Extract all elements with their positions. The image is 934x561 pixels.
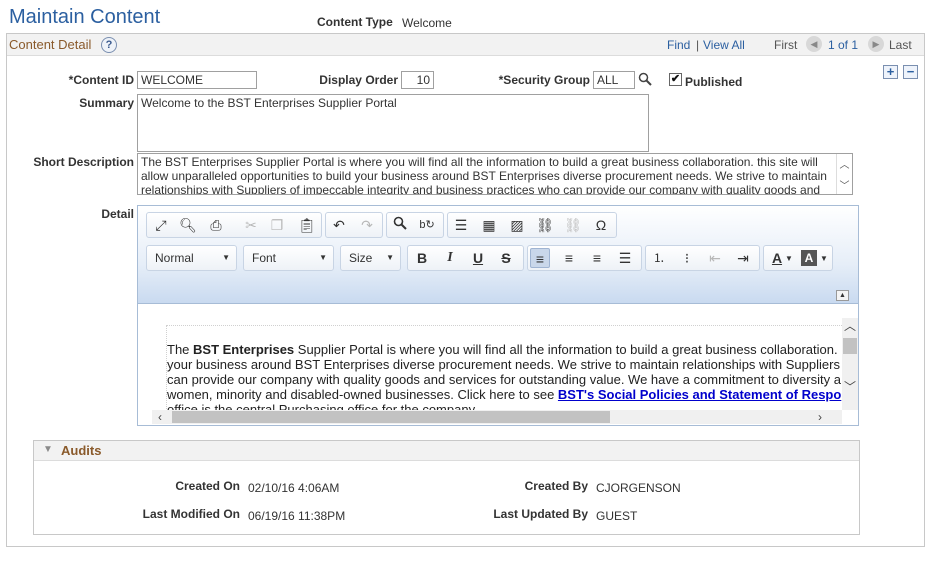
scroll-left-icon[interactable]: ‹: [153, 410, 167, 424]
undo-icon[interactable]: ↶: [329, 215, 349, 235]
strikethrough-button[interactable]: S: [496, 248, 516, 268]
detail-label: Detail: [101, 207, 134, 221]
chevron-down-icon: ▼: [785, 254, 793, 263]
underline-button[interactable]: U: [468, 248, 488, 268]
bg-color-icon[interactable]: A: [801, 250, 817, 266]
unlink-icon[interactable]: ⛓: [563, 215, 583, 235]
content-id-label: *Content ID: [68, 73, 134, 87]
font-select[interactable]: Font ▼: [243, 245, 334, 271]
find-link[interactable]: Find: [667, 38, 690, 52]
replace-icon[interactable]: b↻: [417, 215, 437, 235]
horizontal-scroll-thumb[interactable]: [172, 411, 610, 423]
short-description-textarea[interactable]: The BST Enterprises Supplier Portal is w…: [137, 153, 853, 195]
content-line: can provide our company with quality goo…: [167, 372, 841, 387]
page-title: Maintain Content: [9, 6, 161, 28]
scroll-down-icon[interactable]: ﹀: [837, 177, 852, 192]
link-icon[interactable]: ⛓: [535, 215, 555, 235]
social-policies-link[interactable]: BST's Social Policies and Statement of R…: [558, 387, 841, 402]
summary-label: Summary: [79, 96, 134, 110]
collapse-triangle-icon[interactable]: ▼: [43, 444, 53, 455]
published-label: Published: [685, 75, 743, 89]
last-label: Last: [889, 38, 912, 52]
text-color-icon[interactable]: A: [767, 248, 787, 268]
content-line: The BST Enterprises Supplier Portal is w…: [167, 342, 838, 357]
indent-icon[interactable]: ⇥: [733, 248, 753, 268]
copy-icon[interactable]: ❐: [267, 215, 287, 235]
table-icon[interactable]: ▦: [479, 215, 499, 235]
content-type-label: Content Type: [317, 15, 393, 29]
find-icon[interactable]: [390, 215, 410, 235]
published-checkbox[interactable]: ✔: [669, 73, 682, 86]
scroll-down-icon[interactable]: ﹀: [843, 380, 857, 394]
outdent-icon[interactable]: ⇤: [705, 248, 725, 268]
collapse-toolbar-icon[interactable]: ▲: [836, 290, 849, 301]
numbered-list-icon[interactable]: ⒈: [649, 248, 669, 268]
format-select[interactable]: Normal ▼: [146, 245, 237, 271]
print-icon[interactable]: ⎙: [206, 215, 226, 235]
last-updated-by-label: Last Updated By: [493, 507, 588, 521]
short-description-scrollbar[interactable]: ︿ ﹀: [836, 154, 852, 194]
last-modified-on-label: Last Modified On: [142, 507, 240, 521]
horizontal-line-icon[interactable]: ☰: [451, 215, 471, 235]
size-select[interactable]: Size ▼: [340, 245, 401, 271]
first-label: First: [774, 38, 798, 52]
security-group-label: *Security Group: [498, 73, 590, 87]
view-all-link[interactable]: View All: [703, 38, 745, 52]
security-group-input[interactable]: ALL: [593, 71, 635, 89]
lookup-icon[interactable]: [638, 72, 652, 86]
chevron-down-icon: ▼: [319, 253, 327, 262]
format-select-value: Normal: [155, 251, 194, 265]
vertical-scroll-thumb[interactable]: [843, 338, 857, 354]
created-by-label: Created By: [524, 479, 588, 493]
font-select-value: Font: [252, 251, 277, 265]
content-line: women, minority and disabled-owned busin…: [167, 387, 842, 402]
delete-row-button[interactable]: −: [903, 65, 918, 79]
cut-icon[interactable]: ✂: [241, 215, 261, 235]
help-icon[interactable]: ?: [101, 37, 117, 53]
audits-header[interactable]: [34, 441, 859, 461]
content-line: your business around BST Enterprises div…: [167, 357, 840, 372]
created-by-value: CJORGENSON: [596, 481, 681, 495]
align-center-icon[interactable]: ≡: [559, 248, 579, 268]
scroll-right-icon[interactable]: ›: [813, 410, 827, 424]
image-icon[interactable]: ▨: [507, 215, 527, 235]
maximize-icon[interactable]: ⤢: [151, 215, 171, 235]
toolbar-group-document: [146, 212, 322, 238]
special-char-icon[interactable]: Ω: [591, 215, 611, 235]
align-right-icon[interactable]: ≡: [587, 248, 607, 268]
align-left-icon[interactable]: ≡: [530, 248, 550, 268]
add-row-button[interactable]: +: [883, 65, 898, 79]
editor-document[interactable]: The BST Enterprises Supplier Portal is w…: [166, 325, 856, 413]
created-on-value: 02/10/16 4:06AM: [248, 481, 340, 495]
scroll-up-icon[interactable]: ︿: [837, 156, 852, 171]
previous-icon[interactable]: ◀: [806, 36, 822, 52]
summary-textarea[interactable]: Welcome to the BST Enterprises Supplier …: [137, 94, 649, 152]
last-updated-by-value: GUEST: [596, 509, 638, 523]
bullet-list-icon[interactable]: ⁝: [677, 248, 697, 268]
align-justify-icon[interactable]: ☰: [615, 248, 635, 268]
display-order-input[interactable]: 10: [401, 71, 434, 89]
redo-icon[interactable]: ↷: [357, 215, 377, 235]
bold-button[interactable]: B: [412, 248, 432, 268]
next-icon[interactable]: ▶: [868, 36, 884, 52]
nav-separator: |: [696, 38, 700, 52]
last-modified-on-value: 06/19/16 11:38PM: [248, 509, 346, 523]
content-type-value: Welcome: [402, 16, 452, 30]
content-detail-title: Content Detail: [9, 37, 92, 52]
italic-button[interactable]: I: [440, 248, 460, 268]
chevron-down-icon: ▼: [222, 253, 230, 262]
chevron-down-icon: ▼: [820, 254, 828, 263]
paste-icon[interactable]: 📋︎: [297, 215, 317, 235]
display-order-label: Display Order: [319, 73, 398, 87]
short-description-label: Short Description: [33, 155, 134, 169]
content-id-input[interactable]: WELCOME: [137, 71, 257, 89]
size-select-value: Size: [349, 251, 373, 265]
chevron-down-icon: ▼: [386, 253, 394, 262]
short-description-text: The BST Enterprises Supplier Portal is w…: [141, 155, 827, 195]
audits-title[interactable]: Audits: [61, 443, 101, 458]
created-on-label: Created On: [175, 479, 240, 493]
row-count: 1 of 1: [828, 38, 859, 52]
preview-icon[interactable]: 🔍︎: [178, 215, 198, 235]
scroll-up-icon[interactable]: ︿: [843, 319, 857, 333]
